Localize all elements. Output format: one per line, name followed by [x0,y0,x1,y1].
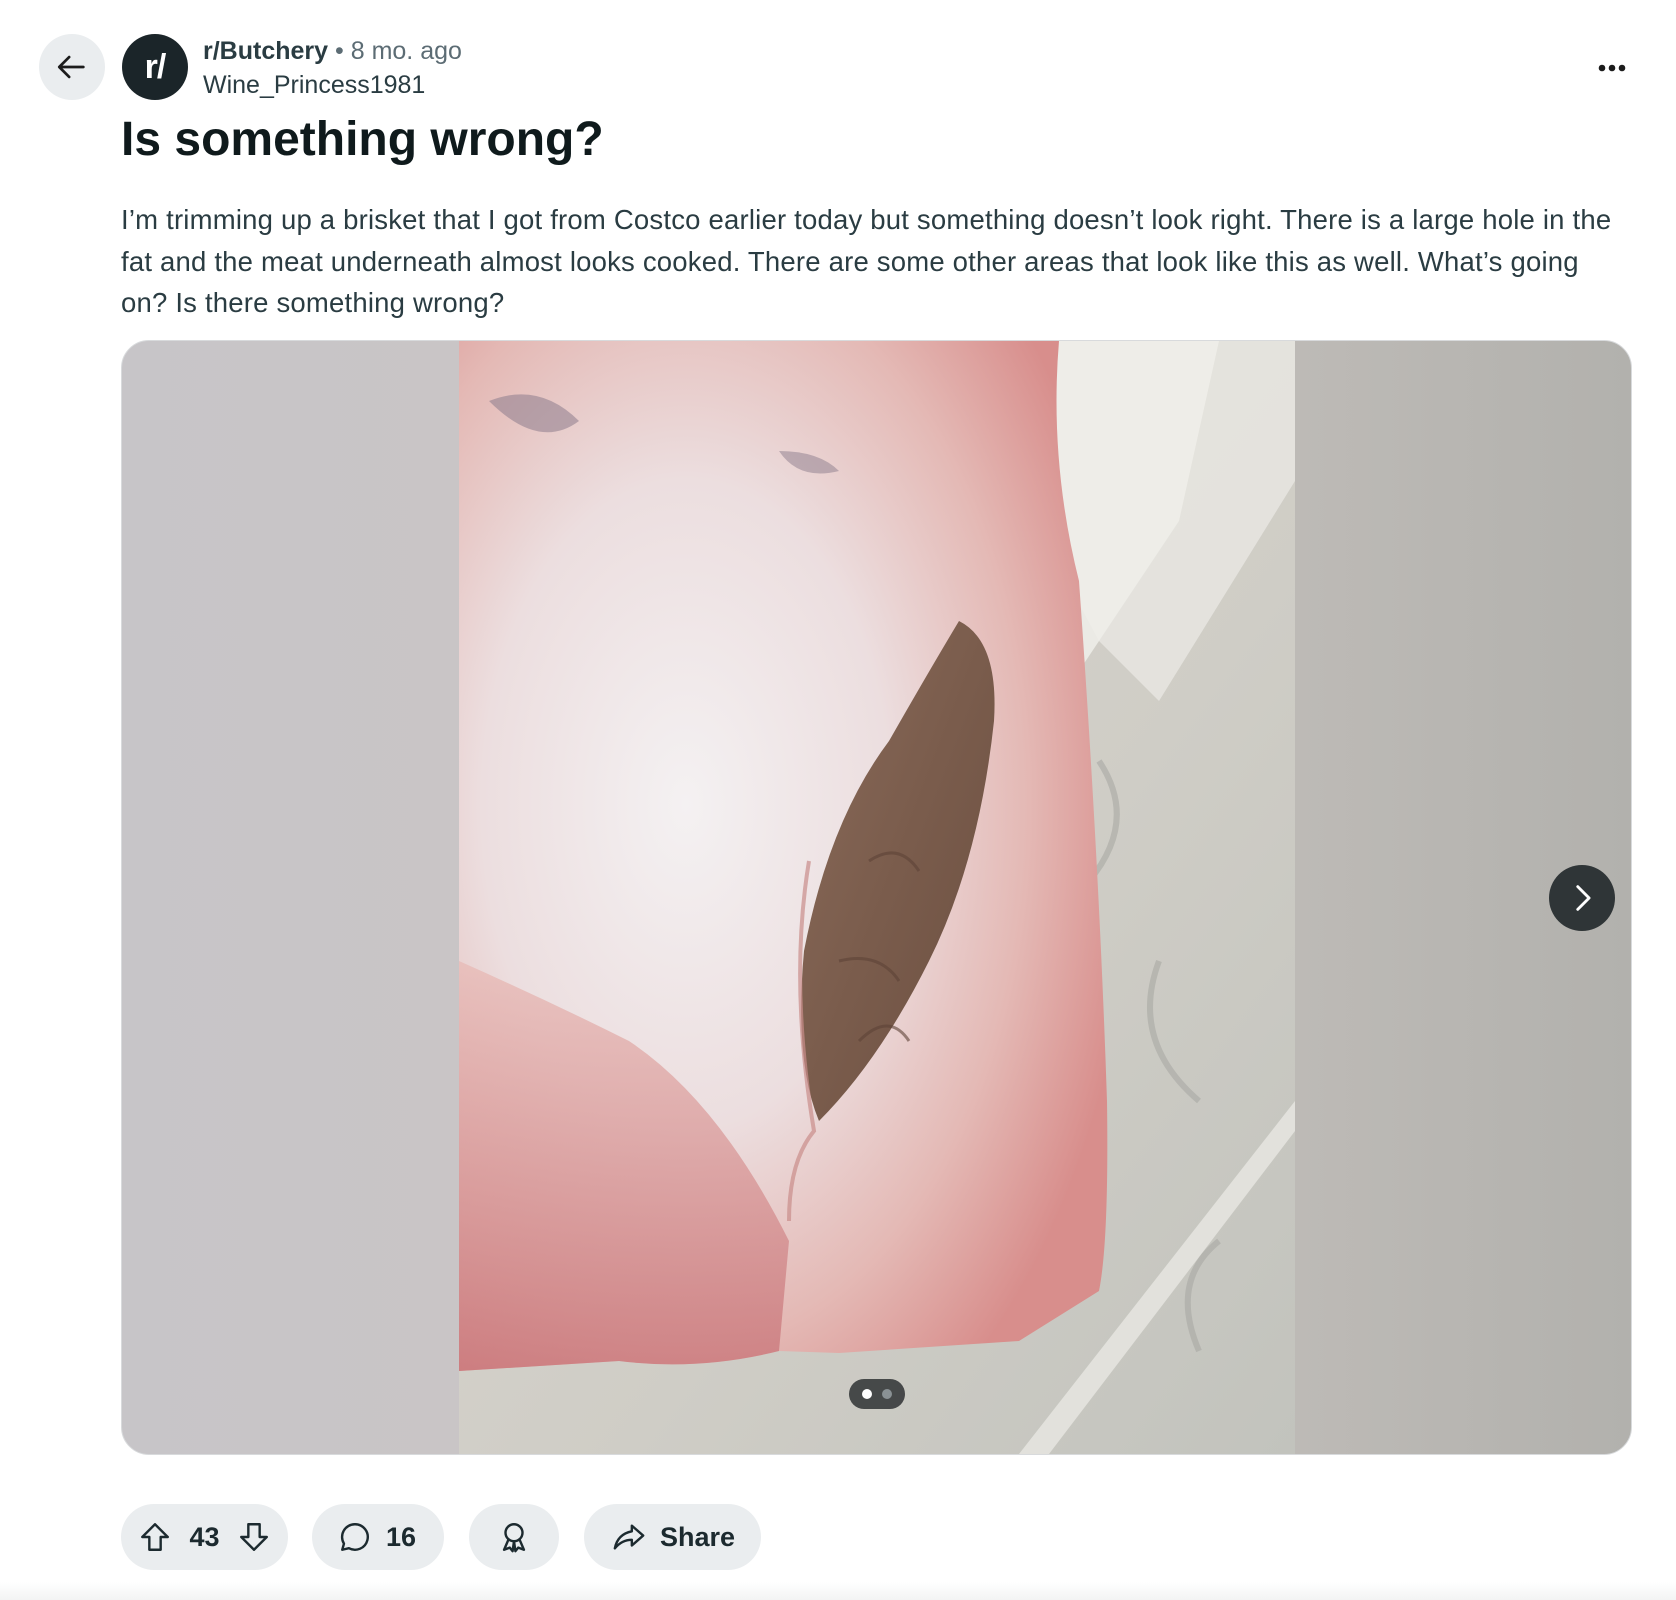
image-gallery[interactable] [121,340,1632,1455]
comment-count: 16 [386,1521,417,1552]
subreddit-avatar[interactable]: r/ [122,34,188,100]
author-link[interactable]: Wine_Princess1981 [203,70,425,100]
subreddit-link[interactable]: r/Butchery [203,37,328,65]
brisket-photo [459,341,1295,1454]
downvote-button[interactable] [234,1517,274,1557]
post-body: I’m trimming up a brisket that I got fro… [121,204,1612,318]
gallery-pagination [849,1379,905,1409]
post-title: Is something wrong? [121,113,604,166]
share-button[interactable]: Share [584,1504,761,1570]
award-ribbon-icon [502,1523,526,1553]
share-label: Share [660,1521,736,1552]
more-options-button[interactable] [1588,44,1636,92]
bottom-fade [0,1582,1676,1600]
speech-bubble-icon [340,1523,369,1551]
post-timestamp: 8 mo. ago [350,37,462,65]
post-meta: r/Butchery • 8 mo. ago [203,36,462,66]
vote-count: 43 [189,1521,220,1552]
comments-button[interactable]: 16 [312,1504,444,1570]
award-button[interactable] [469,1504,559,1570]
gallery-dot-2[interactable] [882,1389,892,1399]
meta-separator: • [335,37,344,65]
gallery-dot-1[interactable] [862,1389,872,1399]
share-arrow-icon [613,1524,645,1550]
more-horizontal-icon [1598,64,1626,72]
upvote-arrow-icon [141,1523,169,1551]
chevron-right-icon [1576,885,1591,911]
avatar-text: r/ [144,47,167,86]
downvote-arrow-icon [240,1523,268,1551]
arrow-left-icon [57,55,85,79]
upvote-button[interactable] [135,1517,175,1557]
gallery-next-button[interactable] [1549,865,1615,931]
back-button[interactable] [39,34,105,100]
vote-control: 43 [121,1504,288,1570]
